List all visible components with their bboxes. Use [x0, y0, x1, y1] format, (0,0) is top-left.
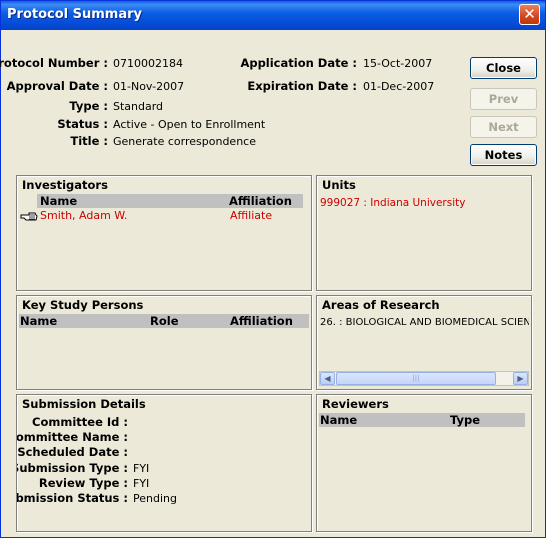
investigators-panel: Investigators Name Affiliation Smith, Ad…: [16, 175, 312, 291]
type-value: Standard: [113, 100, 164, 113]
committee-id-label: Committee Id :: [32, 415, 128, 429]
reviewers-grid-header: Name Type: [319, 413, 525, 427]
units-title: Units: [322, 178, 356, 192]
investigators-title: Investigators: [22, 178, 108, 192]
investigator-name: Smith, Adam W.: [40, 209, 128, 222]
approval-date-value: 01-Nov-2007: [113, 80, 185, 93]
areas-horizontal-scrollbar[interactable]: ◀ ||| ▶: [319, 371, 529, 386]
reviewers-col-name[interactable]: Name: [320, 413, 357, 427]
unit-item[interactable]: 999027 : Indiana University: [320, 197, 465, 209]
window-close-icon[interactable]: ✕: [519, 4, 540, 25]
expiration-date-label: Expiration Date :: [247, 79, 357, 93]
status-label: Status :: [57, 117, 108, 131]
protocol-number-label: Protocol Number :: [0, 56, 108, 70]
prev-button[interactable]: Prev: [470, 88, 537, 110]
submission-type-value: FYI: [133, 462, 150, 475]
next-button[interactable]: Next: [470, 116, 537, 138]
approval-date-label: Approval Date :: [6, 79, 108, 93]
key-study-persons-title: Key Study Persons: [22, 298, 144, 312]
scheduled-date-label: Scheduled Date :: [17, 445, 128, 459]
scroll-thumb[interactable]: |||: [336, 372, 496, 385]
investigators-col-name[interactable]: Name: [40, 194, 77, 208]
scroll-right-icon[interactable]: ▶: [513, 372, 528, 385]
submission-status-label: Submission Status :: [16, 491, 128, 505]
notes-button[interactable]: Notes: [470, 144, 537, 166]
key-persons-col-affiliation[interactable]: Affiliation: [230, 314, 293, 328]
window-client-area: Protocol Number : 0710002184 Approval Da…: [0, 30, 542, 535]
reviewers-title: Reviewers: [322, 397, 389, 411]
protocol-number-value: 0710002184: [113, 57, 183, 70]
area-item[interactable]: 26. : BIOLOGICAL AND BIOMEDICAL SCIENC: [320, 317, 529, 328]
units-panel: Units 999027 : Indiana University: [316, 175, 532, 291]
key-persons-col-name[interactable]: Name: [20, 314, 57, 328]
submission-details-panel: Submission Details Committee Id : Commit…: [16, 394, 312, 532]
committee-name-label: Committee Name :: [16, 430, 128, 444]
type-label: Type :: [69, 99, 108, 113]
submission-status-value: Pending: [133, 492, 177, 505]
reviewers-panel: Reviewers Name Type: [316, 394, 532, 532]
investigator-row[interactable]: Smith, Adam W. Affiliate: [19, 209, 309, 224]
title-label: Title :: [70, 134, 108, 148]
investigator-affiliation: Affiliate: [230, 209, 273, 222]
submission-details-title: Submission Details: [22, 397, 146, 411]
key-persons-col-role[interactable]: Role: [150, 314, 179, 328]
key-study-persons-panel: Key Study Persons Name Role Affiliation: [16, 295, 312, 390]
areas-of-research-panel: Areas of Research 26. : BIOLOGICAL AND B…: [316, 295, 532, 390]
application-date-label: Application Date :: [240, 56, 357, 70]
scroll-left-icon[interactable]: ◀: [320, 372, 335, 385]
title-value: Generate correspondence: [113, 135, 256, 148]
investigators-col-affiliation[interactable]: Affiliation: [229, 194, 292, 208]
protocol-summary-window: Protocol Summary ✕ Protocol Number : 071…: [0, 0, 546, 538]
title-bar[interactable]: Protocol Summary ✕: [1, 1, 545, 30]
review-type-label: Review Type :: [38, 476, 128, 490]
application-date-value: 15-Oct-2007: [363, 57, 433, 70]
key-persons-grid-header: Name Role Affiliation: [19, 314, 309, 328]
window-title: Protocol Summary: [7, 7, 143, 22]
areas-of-research-title: Areas of Research: [322, 298, 440, 312]
reviewers-col-type[interactable]: Type: [450, 413, 480, 427]
submission-type-label: Submission Type :: [16, 461, 128, 475]
pointing-hand-icon: [20, 212, 38, 221]
status-value: Active - Open to Enrollment: [113, 118, 266, 131]
investigators-grid-header: Name Affiliation: [37, 194, 303, 208]
close-button[interactable]: Close: [470, 57, 537, 79]
review-type-value: FYI: [133, 477, 150, 490]
expiration-date-value: 01-Dec-2007: [363, 80, 435, 93]
